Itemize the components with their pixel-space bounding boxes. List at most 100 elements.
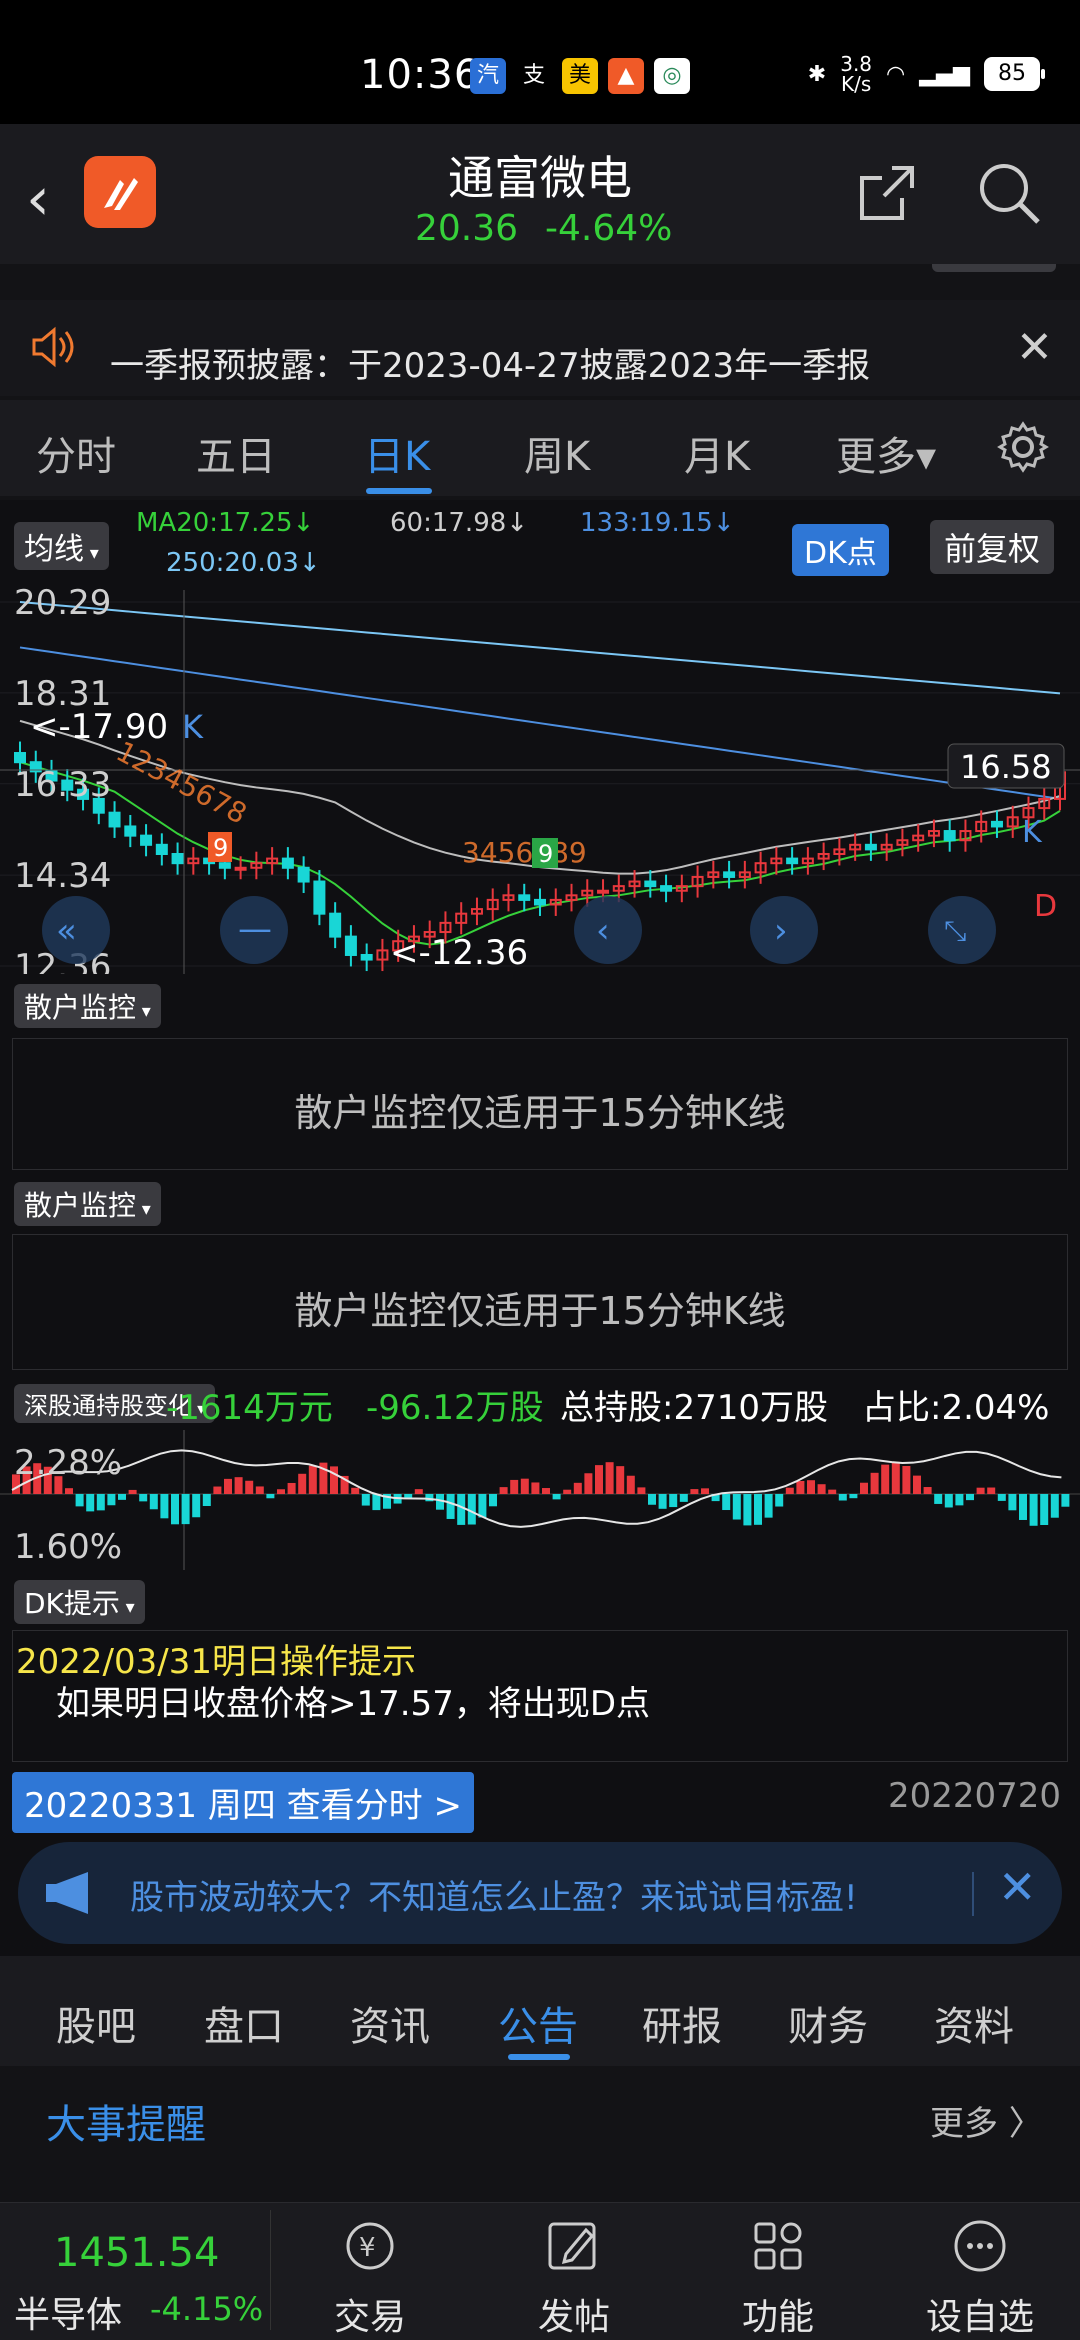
tab-five-day[interactable]: 五日 — [196, 424, 276, 482]
promo-banner[interactable]: 股市波动较大？不知道怎么止盈？来试试目标盈! ✕ — [18, 1842, 1062, 1944]
sz-bar — [308, 1465, 317, 1494]
y-tick-label: 16.33 — [14, 765, 111, 805]
sz-bar — [1019, 1494, 1027, 1520]
tab-forum[interactable]: 股吧 — [56, 1994, 136, 2052]
candle-body — [218, 862, 231, 869]
sz-bar — [255, 1486, 264, 1494]
sz-bar — [96, 1494, 105, 1511]
sz-bar — [351, 1487, 360, 1494]
sz-y-top: 2.28% — [14, 1443, 122, 1483]
sz-bar — [361, 1494, 370, 1506]
tab-research[interactable]: 研报 — [642, 1994, 722, 2052]
tab-financials[interactable]: 财务 — [788, 1994, 868, 2052]
dk-tip-selector[interactable]: DK提示 ▾ — [14, 1580, 145, 1624]
candle-body — [864, 843, 877, 851]
candlestick-chart[interactable]: 20.2918.3116.3314.3412.36 <-17.90 K <-12… — [0, 584, 1080, 974]
candle-body — [140, 834, 153, 846]
sz-bar — [658, 1494, 667, 1509]
active-tab-underline — [508, 2054, 570, 2060]
sz-bar — [266, 1494, 275, 1499]
sector-index-name[interactable]: 半导体 — [14, 2286, 122, 2338]
marker-k-left: K — [182, 708, 204, 746]
tab-more[interactable]: 更多▾ — [836, 424, 936, 482]
tab-monthly-k[interactable]: 月K — [684, 424, 750, 482]
sz-y-bottom: 1.60% — [14, 1527, 122, 1567]
seq-bottom-text: 3456789 — [462, 836, 587, 869]
events-more-link[interactable]: 更多 〉 — [930, 2096, 1043, 2145]
retail-monitor-selector-1[interactable]: 散户监控 ▾ — [14, 984, 161, 1028]
more-circle-icon — [954, 2220, 1006, 2272]
tab-intraday[interactable]: 分时 — [36, 424, 116, 482]
sector-index-change[interactable]: -4.15% — [150, 2290, 263, 2328]
sz-bar — [478, 1494, 487, 1518]
sz-bar — [298, 1473, 307, 1494]
candle-body — [124, 825, 137, 837]
sz-bar — [531, 1482, 540, 1494]
sz-holding-chart[interactable]: 2.28% 1.60% — [0, 1430, 1080, 1570]
sz-bar — [955, 1494, 964, 1506]
candle-body — [534, 898, 546, 906]
view-intraday-button[interactable]: 20220331 周四 查看分时 > — [12, 1772, 474, 1833]
sz-bar — [817, 1484, 826, 1494]
collapse-handle[interactable] — [932, 264, 1056, 272]
nav-trade[interactable]: ¥ 交易 — [300, 2214, 440, 2340]
tab-weekly-k[interactable]: 周K — [524, 424, 590, 482]
sz-bar — [202, 1494, 211, 1507]
sz-bar — [563, 1489, 572, 1494]
candle-body — [360, 953, 373, 961]
sz-bar — [213, 1486, 222, 1494]
tab-profile[interactable]: 资料 — [934, 1994, 1014, 2052]
sz-total-holding: 总持股:2710万股 — [560, 1388, 828, 1428]
tab-news[interactable]: 资讯 — [350, 1994, 430, 2052]
sz-bar — [934, 1494, 943, 1504]
expand-icon: ⤡ — [944, 914, 966, 947]
sz-bar — [520, 1478, 529, 1494]
megaphone-icon — [46, 1872, 88, 1914]
adjust-mode-button[interactable]: 前复权 — [930, 520, 1055, 574]
retail-monitor-selector-2[interactable]: 散户监控 ▾ — [14, 1182, 161, 1226]
close-icon[interactable]: ✕ — [1016, 322, 1053, 373]
sz-bar — [1029, 1494, 1038, 1526]
sz-bar — [764, 1494, 773, 1518]
sz-bar — [796, 1481, 805, 1494]
sz-bar — [414, 1489, 423, 1494]
candle-body — [597, 889, 610, 894]
gear-icon[interactable] — [996, 420, 1050, 474]
sz-bar — [997, 1494, 1006, 1501]
bluetooth-icon: ✱ — [807, 61, 827, 87]
retail-monitor-message-1: 散户监控仅适用于15分钟K线 — [294, 1091, 786, 1135]
candle-body — [329, 912, 342, 938]
sz-bar — [234, 1477, 243, 1494]
sz-bar — [1040, 1494, 1049, 1525]
nav-post[interactable]: 发帖 — [504, 2214, 644, 2340]
sz-bar — [913, 1475, 921, 1494]
stock-change: -4.64% — [545, 208, 673, 249]
dk-point-button[interactable]: DK点 — [792, 524, 889, 576]
search-icon[interactable] — [976, 160, 1042, 226]
tab-order-book[interactable]: 盘口 — [204, 1994, 284, 2052]
sz-bar — [330, 1466, 338, 1494]
nav-functions[interactable]: 功能 — [708, 2214, 848, 2340]
edit-icon — [548, 2222, 596, 2270]
clock: 10:36 — [360, 52, 481, 98]
ma-selector[interactable]: 均线 ▾ — [14, 522, 109, 570]
sz-bar — [552, 1494, 561, 1500]
marker-d: D — [1034, 889, 1057, 924]
sz-bar — [785, 1487, 794, 1494]
tab-announcements[interactable]: 公告 — [498, 1994, 578, 2052]
sector-index-value[interactable]: 1451.54 — [54, 2230, 219, 2276]
sz-bar — [287, 1482, 296, 1494]
tab-daily-k[interactable]: 日K — [364, 424, 430, 482]
close-icon[interactable]: ✕ — [998, 1860, 1037, 1914]
sz-bar — [701, 1488, 709, 1494]
low-label: <-12.36 — [390, 933, 528, 973]
nav-add-watchlist[interactable]: 设自选 — [910, 2214, 1050, 2340]
candle-body — [518, 894, 531, 901]
stock-header: ‹ 通富微电 20.36 -4.64% — [0, 124, 1080, 264]
notice-bar[interactable]: 一季报预披露：于2023-04-27披露2023年一季报 ✕ — [0, 300, 1080, 396]
candle-body — [14, 752, 26, 764]
app-notification-icon: ▲ — [608, 58, 644, 94]
share-icon[interactable] — [856, 162, 918, 224]
sz-bar — [976, 1487, 985, 1494]
sz-bar — [584, 1473, 593, 1494]
